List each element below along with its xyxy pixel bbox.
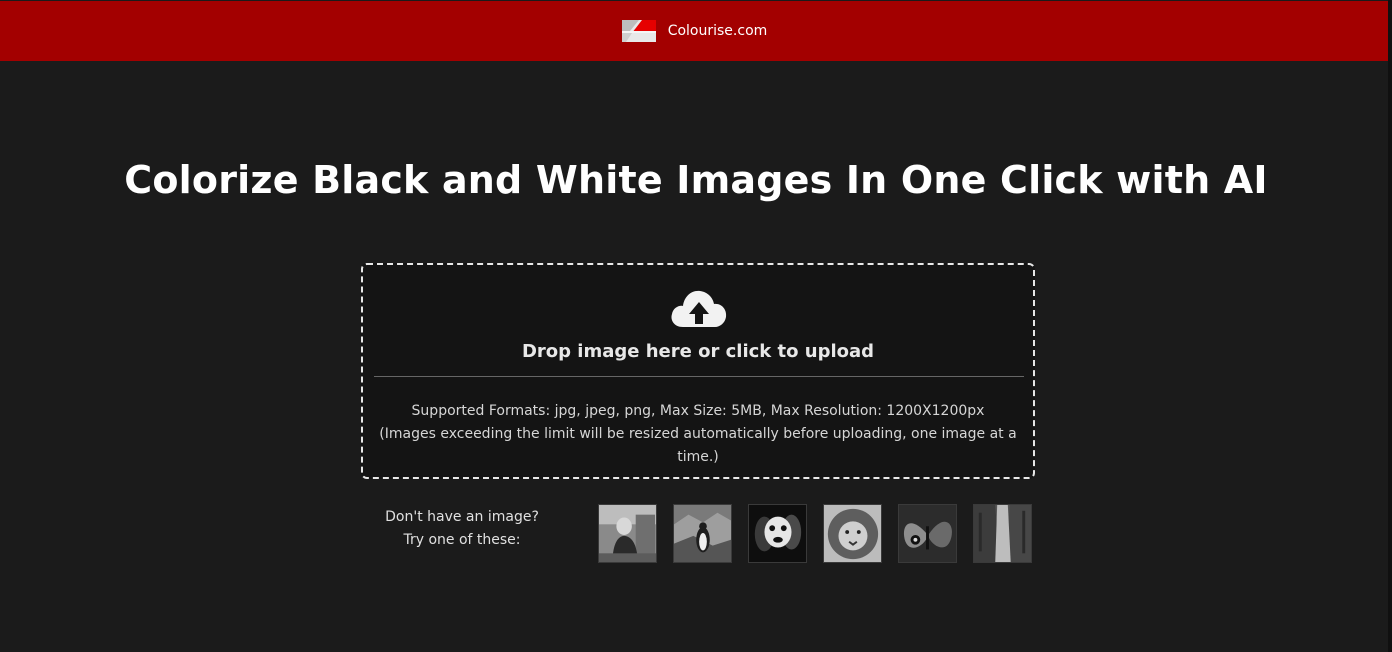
sample-street-thumbnail[interactable]: [973, 504, 1032, 563]
resize-notice-text: (Images exceeding the limit will be resi…: [379, 426, 1017, 465]
flag-logo-icon: [621, 20, 656, 42]
brand-link[interactable]: Colourise.com: [621, 20, 768, 42]
samples-prompt-line1: Don't have an image?: [385, 509, 539, 525]
sample-butterfly-thumbnail[interactable]: [898, 504, 957, 563]
sample-thumbnails: [598, 504, 1032, 563]
sample-dog-thumbnail[interactable]: [748, 504, 807, 563]
drop-instructions: Drop image here or click to upload: [521, 341, 875, 362]
upload-dropzone[interactable]: Drop image here or click to upload Suppo…: [361, 263, 1035, 479]
sample-woman-thumbnail[interactable]: [598, 504, 657, 563]
dropzone-divider: [374, 376, 1024, 377]
brand-name: Colourise.com: [667, 23, 768, 39]
page-edge: [1388, 0, 1392, 652]
format-info: Supported Formats: jpg, jpeg, png, Max S…: [371, 400, 1025, 469]
sample-penguin-thumbnail[interactable]: [673, 504, 732, 563]
supported-formats-text: Supported Formats: jpg, jpeg, png, Max S…: [411, 403, 985, 419]
cloud-upload-icon: [671, 290, 727, 327]
top-navbar: Colourise.com: [0, 0, 1392, 61]
samples-prompt-line2: Try one of these:: [403, 532, 521, 548]
samples-prompt: Don't have an image? Try one of these:: [375, 506, 549, 552]
page-title: Colorize Black and White Images In One C…: [124, 158, 1268, 202]
sample-lion-thumbnail[interactable]: [823, 504, 882, 563]
